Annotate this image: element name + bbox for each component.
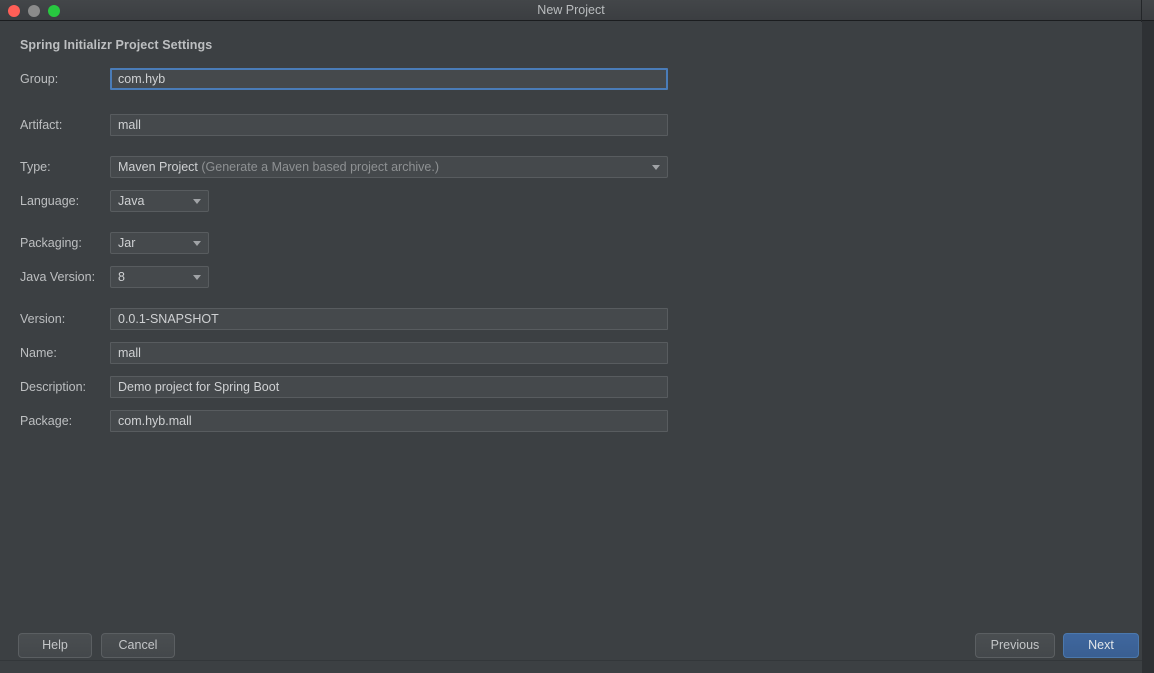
version-label: Version:: [20, 312, 66, 326]
type-value: Maven Project: [118, 160, 198, 174]
window-title: New Project: [537, 3, 605, 17]
help-button[interactable]: Help: [18, 633, 92, 658]
chevron-down-icon: [193, 199, 201, 204]
chevron-down-icon: [193, 275, 201, 280]
language-label: Language:: [20, 194, 80, 208]
next-button[interactable]: Next: [1063, 633, 1139, 658]
type-hint: (Generate a Maven based project archive.…: [201, 160, 440, 174]
name-input[interactable]: mall: [110, 342, 668, 364]
window-right-edge: [1141, 0, 1154, 673]
java-version-label: Java Version:: [20, 270, 96, 284]
artifact-input[interactable]: mall: [110, 114, 668, 136]
previous-button[interactable]: Previous: [975, 633, 1055, 658]
name-label: Name:: [20, 346, 57, 360]
section-heading: Spring Initializr Project Settings: [20, 38, 213, 52]
cancel-button[interactable]: Cancel: [101, 633, 175, 658]
package-input[interactable]: com.hyb.mall: [110, 410, 668, 432]
group-label: Group:: [20, 72, 59, 86]
description-input[interactable]: Demo project for Spring Boot: [110, 376, 668, 398]
java-version-dropdown[interactable]: 8: [110, 266, 209, 288]
artifact-label: Artifact:: [20, 118, 63, 132]
packaging-label: Packaging:: [20, 236, 82, 250]
footer-divider: [0, 660, 1142, 661]
language-value: Java: [118, 194, 145, 208]
type-dropdown[interactable]: Maven Project (Generate a Maven based pr…: [110, 156, 668, 178]
java-version-value: 8: [118, 270, 125, 284]
new-project-dialog-window: New Project Spring Initializr Project Se…: [0, 0, 1154, 673]
dialog-content: Spring Initializr Project Settings Group…: [0, 22, 1142, 673]
group-input[interactable]: com.hyb: [110, 68, 668, 90]
type-label: Type:: [20, 160, 51, 174]
package-label: Package:: [20, 414, 73, 428]
chevron-down-icon: [652, 165, 660, 170]
chevron-down-icon: [193, 241, 201, 246]
window-right-edge-titlebar: [1142, 0, 1154, 21]
packaging-value: Jar: [118, 236, 136, 250]
language-dropdown[interactable]: Java: [110, 190, 209, 212]
description-label: Description:: [20, 380, 86, 394]
packaging-dropdown[interactable]: Jar: [110, 232, 209, 254]
version-input[interactable]: 0.0.1-SNAPSHOT: [110, 308, 668, 330]
title-bar: New Project: [0, 0, 1142, 21]
